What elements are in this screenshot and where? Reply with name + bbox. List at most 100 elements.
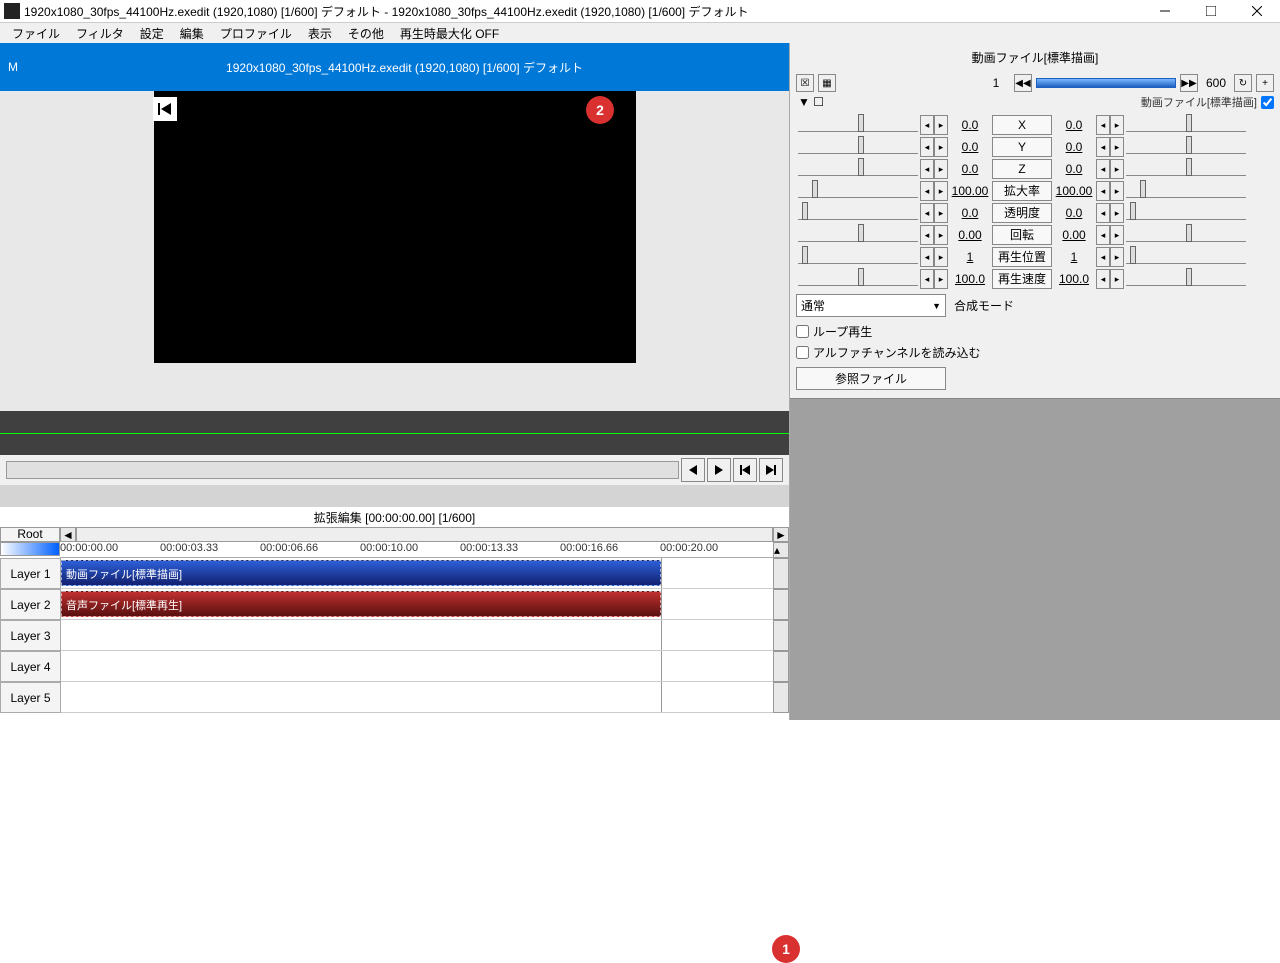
param-inc-right[interactable]: ▸ — [1110, 159, 1124, 179]
param-dec-left[interactable]: ◂ — [920, 203, 934, 223]
layer-track[interactable] — [61, 620, 773, 651]
param-value-left[interactable]: 100.00 — [948, 184, 992, 198]
go-start-button[interactable] — [733, 458, 757, 482]
layer-label[interactable]: Layer 3 — [0, 620, 61, 651]
reference-file-button[interactable]: 参照ファイル — [796, 367, 946, 390]
param-slider-right[interactable] — [1126, 118, 1246, 132]
maximize-button[interactable] — [1188, 0, 1234, 22]
param-inc-left[interactable]: ▸ — [934, 181, 948, 201]
param-dec-left[interactable]: ◂ — [920, 159, 934, 179]
timeline-vscroll[interactable] — [773, 620, 789, 651]
loop-checkbox[interactable] — [796, 325, 809, 338]
layer-label[interactable]: Layer 1 — [0, 558, 61, 589]
param-inc-right[interactable]: ▸ — [1110, 137, 1124, 157]
param-inc-left[interactable]: ▸ — [934, 137, 948, 157]
param-dec-left[interactable]: ◂ — [920, 137, 934, 157]
menu-settings[interactable]: 設定 — [132, 23, 172, 44]
param-inc-right[interactable]: ▸ — [1110, 115, 1124, 135]
param-slider-right[interactable] — [1126, 140, 1246, 154]
param-dec-right[interactable]: ◂ — [1096, 203, 1110, 223]
param-dec-left[interactable]: ◂ — [920, 247, 934, 267]
param-slider-right[interactable] — [1126, 206, 1246, 220]
param-name-button[interactable]: 再生速度 — [992, 269, 1052, 289]
frame-prev-button[interactable]: ◀◀ — [1014, 74, 1032, 92]
param-slider-right[interactable] — [1126, 184, 1246, 198]
param-value-left[interactable]: 1 — [948, 250, 992, 264]
time-ruler[interactable]: 00:00:00.0000:00:03.3300:00:06.6600:00:1… — [60, 542, 773, 558]
layer-track[interactable]: 音声ファイル[標準再生] — [61, 589, 773, 620]
param-slider-right[interactable] — [1126, 162, 1246, 176]
param-value-right[interactable]: 0.0 — [1052, 140, 1096, 154]
param-slider-left[interactable] — [798, 184, 918, 198]
frame-loop-icon[interactable]: ↻ — [1234, 74, 1252, 92]
param-inc-left[interactable]: ▸ — [934, 269, 948, 289]
layer-track[interactable] — [61, 651, 773, 682]
param-name-button[interactable]: X — [992, 115, 1052, 135]
param-inc-left[interactable]: ▸ — [934, 115, 948, 135]
param-inc-right[interactable]: ▸ — [1110, 181, 1124, 201]
close-button[interactable] — [1234, 0, 1280, 22]
param-inc-right[interactable]: ▸ — [1110, 269, 1124, 289]
frame-range-slider[interactable] — [1036, 78, 1176, 88]
param-value-left[interactable]: 0.0 — [948, 140, 992, 154]
scene-root-button[interactable]: Root — [0, 527, 60, 542]
timeline-vscroll[interactable] — [773, 651, 789, 682]
toggle-b-icon[interactable]: ▦ — [818, 74, 836, 92]
layer-label[interactable]: Layer 5 — [0, 682, 61, 713]
timeline-vscroll[interactable] — [773, 682, 789, 713]
param-dec-right[interactable]: ◂ — [1096, 247, 1110, 267]
param-slider-left[interactable] — [798, 228, 918, 242]
minimize-button[interactable] — [1142, 0, 1188, 22]
param-dec-right[interactable]: ◂ — [1096, 115, 1110, 135]
param-value-right[interactable]: 0.0 — [1052, 118, 1096, 132]
layer-track[interactable]: 動画ファイル[標準描画] — [61, 558, 773, 589]
param-inc-left[interactable]: ▸ — [934, 159, 948, 179]
menu-file[interactable]: ファイル — [4, 23, 68, 44]
seek-slider[interactable] — [6, 461, 679, 479]
go-end-button[interactable] — [759, 458, 783, 482]
param-inc-right[interactable]: ▸ — [1110, 247, 1124, 267]
param-slider-left[interactable] — [798, 162, 918, 176]
param-name-button[interactable]: 回転 — [992, 225, 1052, 245]
param-inc-left[interactable]: ▸ — [934, 225, 948, 245]
param-slider-left[interactable] — [798, 250, 918, 264]
param-dec-left[interactable]: ◂ — [920, 225, 934, 245]
pane-divider[interactable]: 1 — [0, 485, 789, 507]
timeline-vscroll[interactable] — [773, 589, 789, 620]
zoom-gradient[interactable] — [0, 542, 60, 556]
clip-audio[interactable]: 音声ファイル[標準再生] — [61, 591, 661, 617]
menu-edit[interactable]: 編集 — [172, 23, 212, 44]
param-value-right[interactable]: 0.0 — [1052, 206, 1096, 220]
param-slider-left[interactable] — [798, 272, 918, 286]
blend-mode-combo[interactable]: 通常▼ — [796, 294, 946, 317]
next-frame-button[interactable] — [707, 458, 731, 482]
param-dec-right[interactable]: ◂ — [1096, 159, 1110, 179]
param-dec-right[interactable]: ◂ — [1096, 225, 1110, 245]
param-inc-left[interactable]: ▸ — [934, 203, 948, 223]
menu-filter[interactable]: フィルタ — [68, 23, 132, 44]
param-name-button[interactable]: Y — [992, 137, 1052, 157]
param-name-button[interactable]: 再生位置 — [992, 247, 1052, 267]
param-slider-right[interactable] — [1126, 228, 1246, 242]
param-value-right[interactable]: 1 — [1052, 250, 1096, 264]
clip-video[interactable]: 動画ファイル[標準描画] — [61, 560, 661, 586]
param-value-left[interactable]: 0.0 — [948, 206, 992, 220]
menu-profile[interactable]: プロファイル — [212, 23, 300, 44]
param-slider-left[interactable] — [798, 118, 918, 132]
param-slider-left[interactable] — [798, 206, 918, 220]
timeline-scroll-right[interactable]: ► — [773, 527, 789, 542]
param-inc-left[interactable]: ▸ — [934, 247, 948, 267]
param-inc-right[interactable]: ▸ — [1110, 225, 1124, 245]
menu-view[interactable]: 表示 — [300, 23, 340, 44]
param-value-right[interactable]: 100.00 — [1052, 184, 1096, 198]
param-slider-left[interactable] — [798, 140, 918, 154]
param-inc-right[interactable]: ▸ — [1110, 203, 1124, 223]
timeline-scroll-left[interactable]: ◄ — [60, 527, 76, 542]
frame-next-button[interactable]: ▶▶ — [1180, 74, 1198, 92]
param-value-left[interactable]: 0.00 — [948, 228, 992, 242]
param-dec-right[interactable]: ◂ — [1096, 137, 1110, 157]
layer-track[interactable] — [61, 682, 773, 713]
param-name-button[interactable]: Z — [992, 159, 1052, 179]
layer-label[interactable]: Layer 2 — [0, 589, 61, 620]
skip-to-start-icon[interactable] — [153, 97, 177, 121]
